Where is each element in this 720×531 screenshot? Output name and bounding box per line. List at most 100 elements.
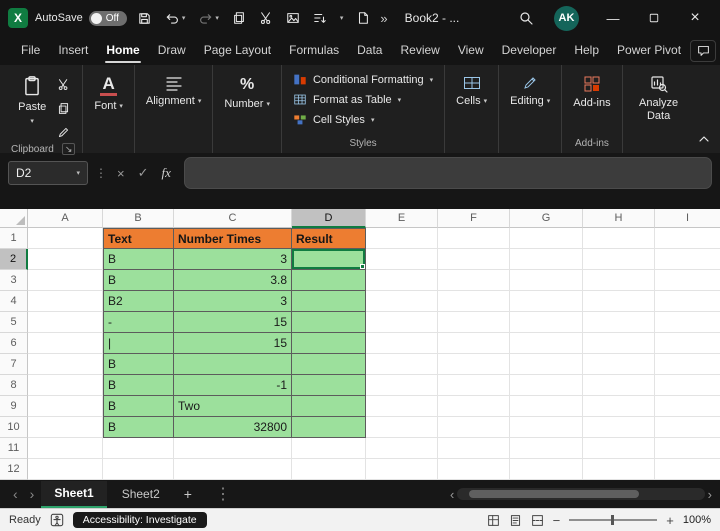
- cell-C3[interactable]: 3.8: [174, 270, 292, 291]
- cell-E8[interactable]: [366, 375, 438, 396]
- row-header-3[interactable]: 3: [0, 270, 28, 291]
- cell-H7[interactable]: [583, 354, 655, 375]
- cell-H2[interactable]: [583, 249, 655, 270]
- cell-C7[interactable]: [174, 354, 292, 375]
- cell-F4[interactable]: [438, 291, 510, 312]
- cell-B4[interactable]: B2: [103, 291, 174, 312]
- font-menu-button[interactable]: A Font▾: [90, 70, 127, 114]
- autosave-toggle[interactable]: AutoSave Off: [35, 11, 127, 26]
- new-file-button[interactable]: [353, 9, 373, 27]
- cell-A2[interactable]: [28, 249, 103, 270]
- cell-F8[interactable]: [438, 375, 510, 396]
- cell-B9[interactable]: B: [103, 396, 174, 417]
- column-header-E[interactable]: E: [366, 209, 438, 228]
- cell-F5[interactable]: [438, 312, 510, 333]
- page-layout-view-icon[interactable]: [509, 514, 522, 527]
- cell-I5[interactable]: [655, 312, 720, 333]
- cell-G3[interactable]: [510, 270, 583, 291]
- cell-H11[interactable]: [583, 438, 655, 459]
- cell-D6[interactable]: [292, 333, 366, 354]
- analyze-data-button[interactable]: Analyze Data: [630, 70, 688, 125]
- cell-A12[interactable]: [28, 459, 103, 480]
- cell-F1[interactable]: [438, 228, 510, 249]
- cell-E3[interactable]: [366, 270, 438, 291]
- maximize-button[interactable]: [637, 3, 671, 33]
- fill-handle[interactable]: [360, 264, 365, 269]
- sheet-tab-sheet1[interactable]: Sheet1: [41, 481, 106, 508]
- normal-view-icon[interactable]: [487, 514, 500, 527]
- cell-A11[interactable]: [28, 438, 103, 459]
- cell-G8[interactable]: [510, 375, 583, 396]
- more-commands-button[interactable]: ▾: [337, 12, 347, 24]
- cell-I12[interactable]: [655, 459, 720, 480]
- zoom-in-button[interactable]: +: [666, 513, 674, 528]
- tab-formulas[interactable]: Formulas: [280, 37, 348, 64]
- cell-H8[interactable]: [583, 375, 655, 396]
- tabbar-more-icon[interactable]: ⋮: [215, 484, 231, 504]
- select-all-corner[interactable]: [0, 209, 28, 228]
- cell-E5[interactable]: [366, 312, 438, 333]
- cell-D9[interactable]: [292, 396, 366, 417]
- cell-E12[interactable]: [366, 459, 438, 480]
- add-sheet-button[interactable]: +: [175, 486, 201, 502]
- cell-F2[interactable]: [438, 249, 510, 270]
- tab-data[interactable]: Data: [348, 37, 391, 64]
- tab-power-pivot[interactable]: Power Pivot: [608, 37, 690, 64]
- tab-view[interactable]: View: [449, 37, 493, 64]
- cell-B10[interactable]: B: [103, 417, 174, 438]
- page-break-view-icon[interactable]: [531, 514, 544, 527]
- cell-F10[interactable]: [438, 417, 510, 438]
- column-header-D[interactable]: D: [292, 209, 366, 228]
- undo-button[interactable]: ▾: [162, 9, 189, 28]
- row-header-11[interactable]: 11: [0, 438, 28, 459]
- cell-A5[interactable]: [28, 312, 103, 333]
- sort-button[interactable]: [310, 9, 330, 27]
- cell-I8[interactable]: [655, 375, 720, 396]
- row-header-9[interactable]: 9: [0, 396, 28, 417]
- cell-G12[interactable]: [510, 459, 583, 480]
- cell-G5[interactable]: [510, 312, 583, 333]
- tab-help[interactable]: Help: [565, 37, 608, 64]
- cell-I3[interactable]: [655, 270, 720, 291]
- cell-I10[interactable]: [655, 417, 720, 438]
- tab-file[interactable]: File: [12, 37, 49, 64]
- row-header-12[interactable]: 12: [0, 459, 28, 480]
- tab-home[interactable]: Home: [97, 37, 148, 64]
- cell-D1[interactable]: Result: [292, 228, 366, 249]
- cut-button[interactable]: [256, 9, 276, 27]
- cell-D10[interactable]: [292, 417, 366, 438]
- row-header-10[interactable]: 10: [0, 417, 28, 438]
- cell-B11[interactable]: [103, 438, 174, 459]
- tab-draw[interactable]: Draw: [149, 37, 195, 64]
- addins-button[interactable]: Add-ins: [569, 70, 614, 111]
- cell-F9[interactable]: [438, 396, 510, 417]
- cell-E10[interactable]: [366, 417, 438, 438]
- zoom-slider[interactable]: [569, 519, 657, 521]
- cell-G4[interactable]: [510, 291, 583, 312]
- zoom-level[interactable]: 100%: [683, 514, 711, 526]
- picture-button[interactable]: [283, 9, 303, 27]
- cell-A7[interactable]: [28, 354, 103, 375]
- cell-D7[interactable]: [292, 354, 366, 375]
- cell-E9[interactable]: [366, 396, 438, 417]
- cell-F7[interactable]: [438, 354, 510, 375]
- save-button[interactable]: [134, 9, 155, 28]
- editing-menu-button[interactable]: Editing▾: [506, 70, 554, 109]
- cell-I9[interactable]: [655, 396, 720, 417]
- tab-review[interactable]: Review: [391, 37, 448, 64]
- scrollbar-track[interactable]: [457, 488, 704, 500]
- cell-F6[interactable]: [438, 333, 510, 354]
- cell-G11[interactable]: [510, 438, 583, 459]
- redo-chevron-icon[interactable]: ▾: [215, 14, 219, 22]
- scroll-left-icon[interactable]: ‹: [450, 487, 454, 502]
- cell-F11[interactable]: [438, 438, 510, 459]
- cell-A4[interactable]: [28, 291, 103, 312]
- row-header-1[interactable]: 1: [0, 228, 28, 249]
- horizontal-scrollbar[interactable]: ‹ ›: [450, 487, 712, 502]
- cell-G7[interactable]: [510, 354, 583, 375]
- cell-B3[interactable]: B: [103, 270, 174, 291]
- cell-H5[interactable]: [583, 312, 655, 333]
- conditional-formatting-button[interactable]: Conditional Formatting ▾: [289, 71, 437, 88]
- cell-H6[interactable]: [583, 333, 655, 354]
- cell-B12[interactable]: [103, 459, 174, 480]
